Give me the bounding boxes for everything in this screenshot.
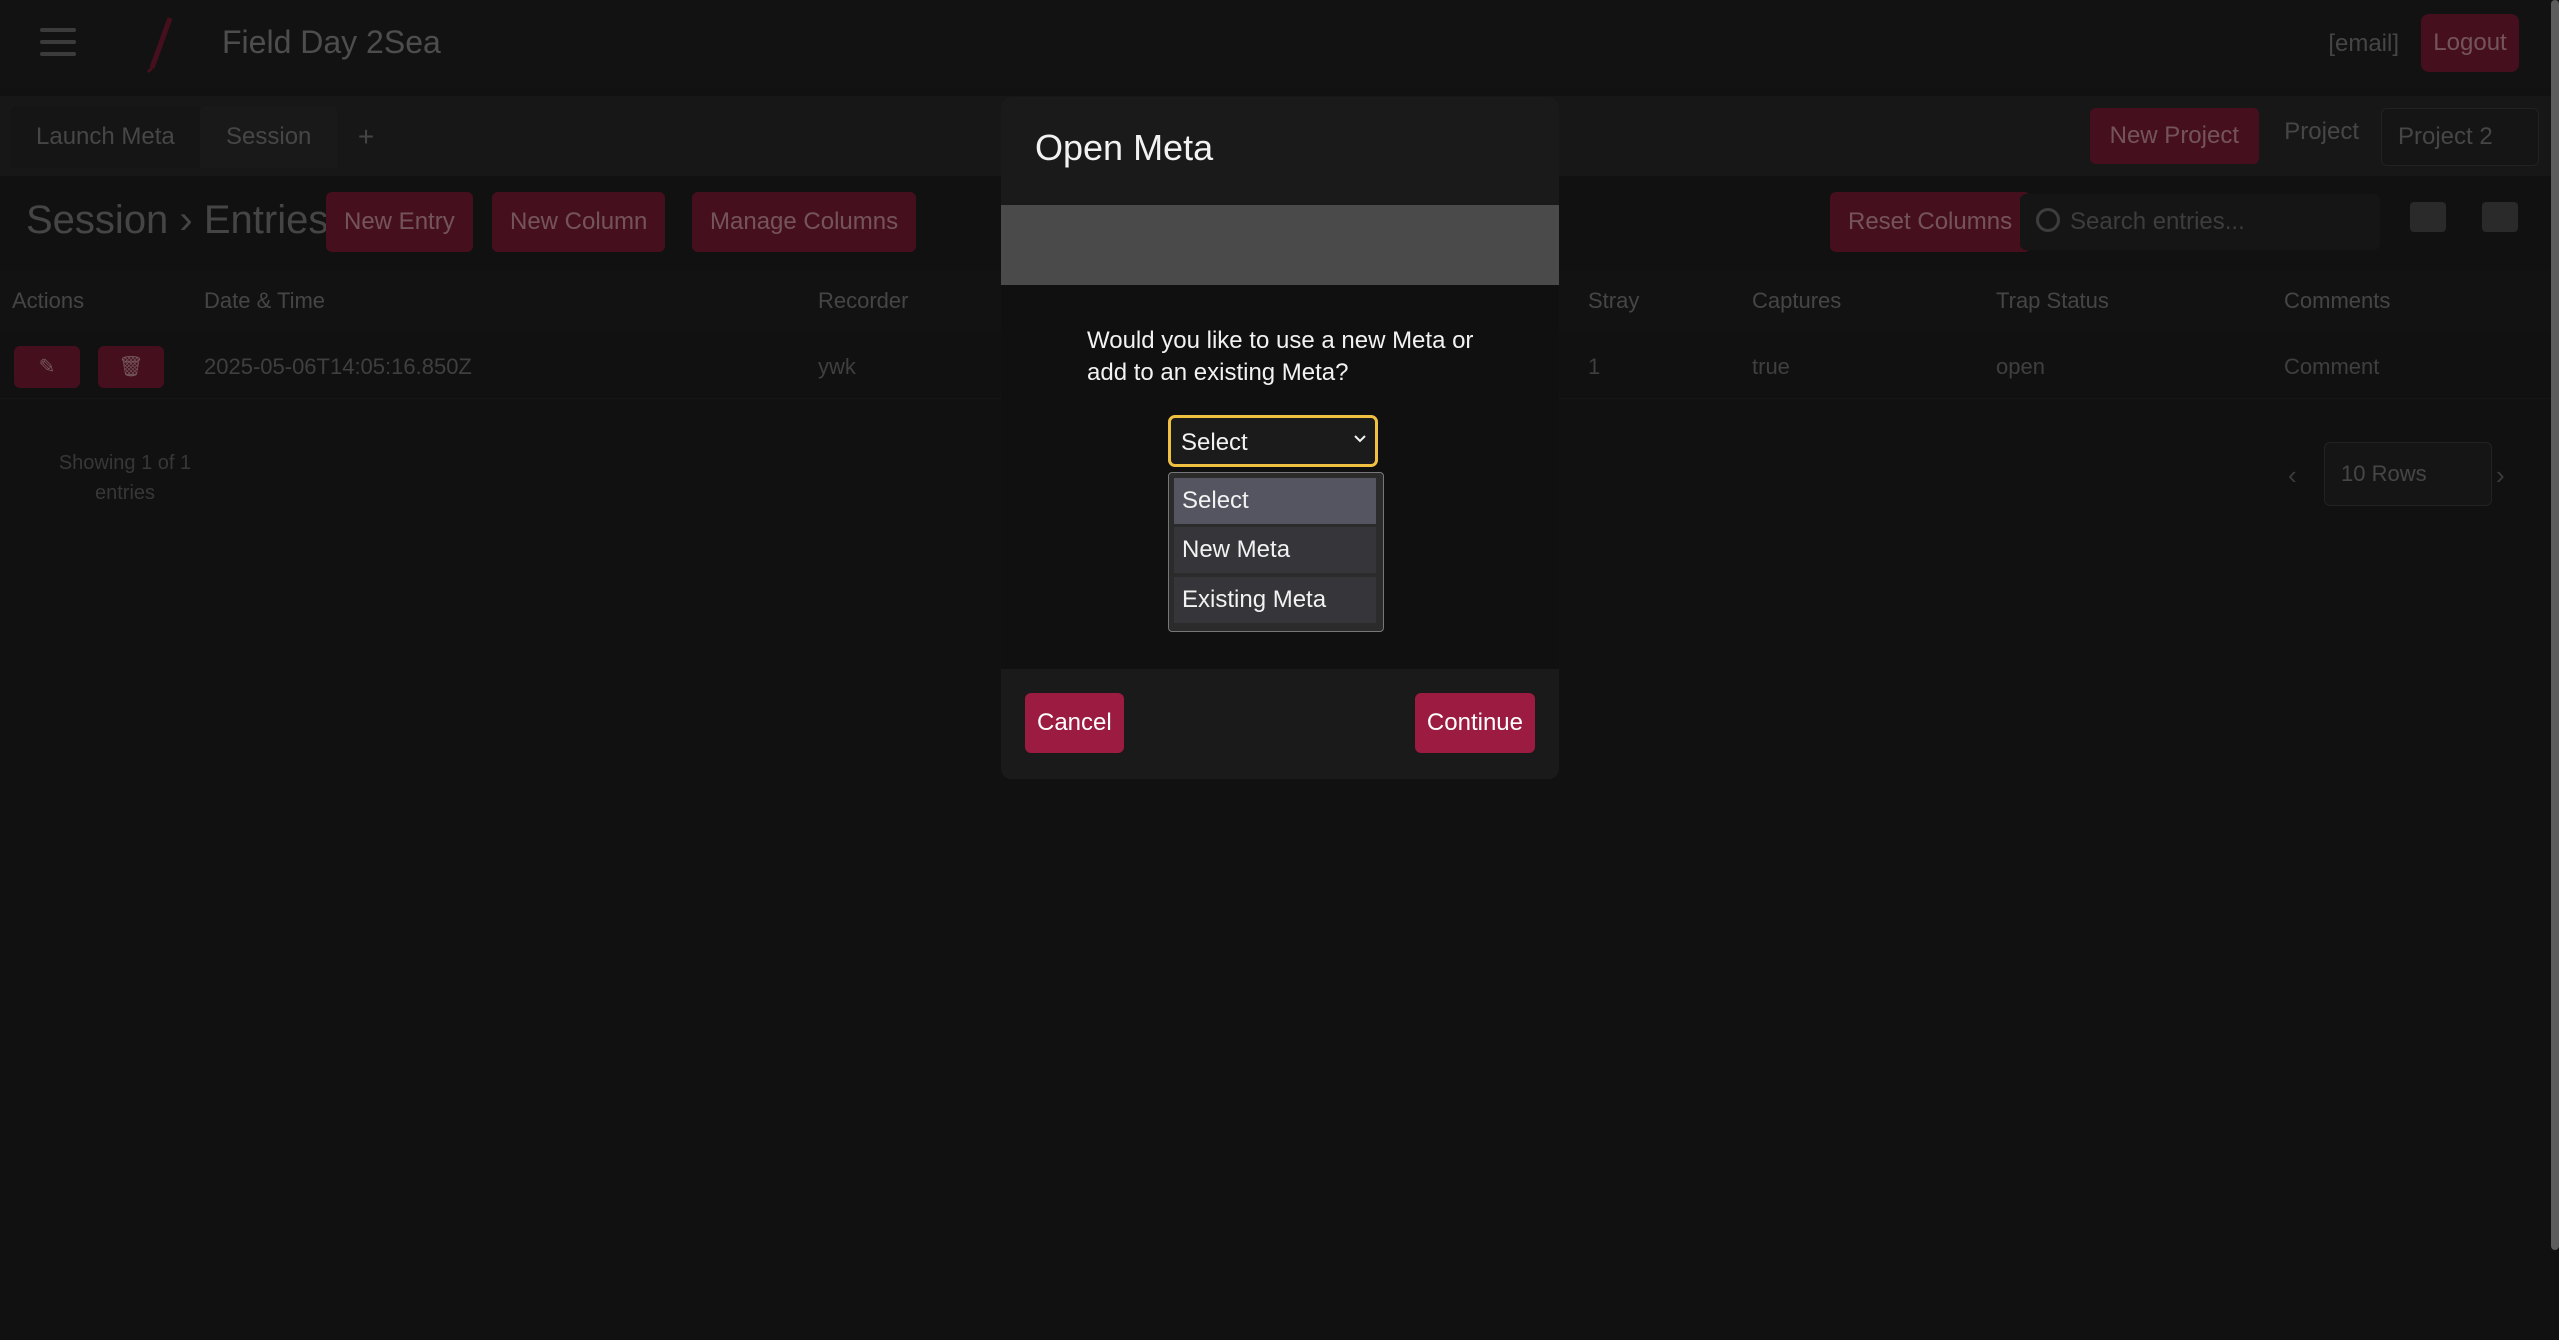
option-new-meta[interactable]: New Meta: [1174, 527, 1376, 573]
continue-button[interactable]: Continue: [1414, 693, 1535, 753]
open-meta-dialog: Open Meta Would you like to use a new Me…: [1001, 97, 1559, 779]
dialog-header: Open Meta: [1001, 97, 1559, 205]
dialog-question: Would you like to use a new Meta or add …: [1087, 327, 1474, 386]
select-value: Select: [1181, 429, 1248, 456]
cancel-button[interactable]: Cancel: [1025, 693, 1124, 753]
chevron-down-icon: [1354, 435, 1366, 443]
dialog-footer: Cancel Continue: [1001, 669, 1559, 779]
dialog-divider-band: [1001, 205, 1559, 285]
dialog-title: Open Meta: [1035, 127, 1214, 168]
meta-type-select[interactable]: Select: [1168, 415, 1378, 467]
select-options-list: Select New Meta Existing Meta: [1168, 472, 1384, 632]
option-select[interactable]: Select: [1174, 478, 1376, 524]
option-existing-meta[interactable]: Existing Meta: [1174, 577, 1376, 623]
